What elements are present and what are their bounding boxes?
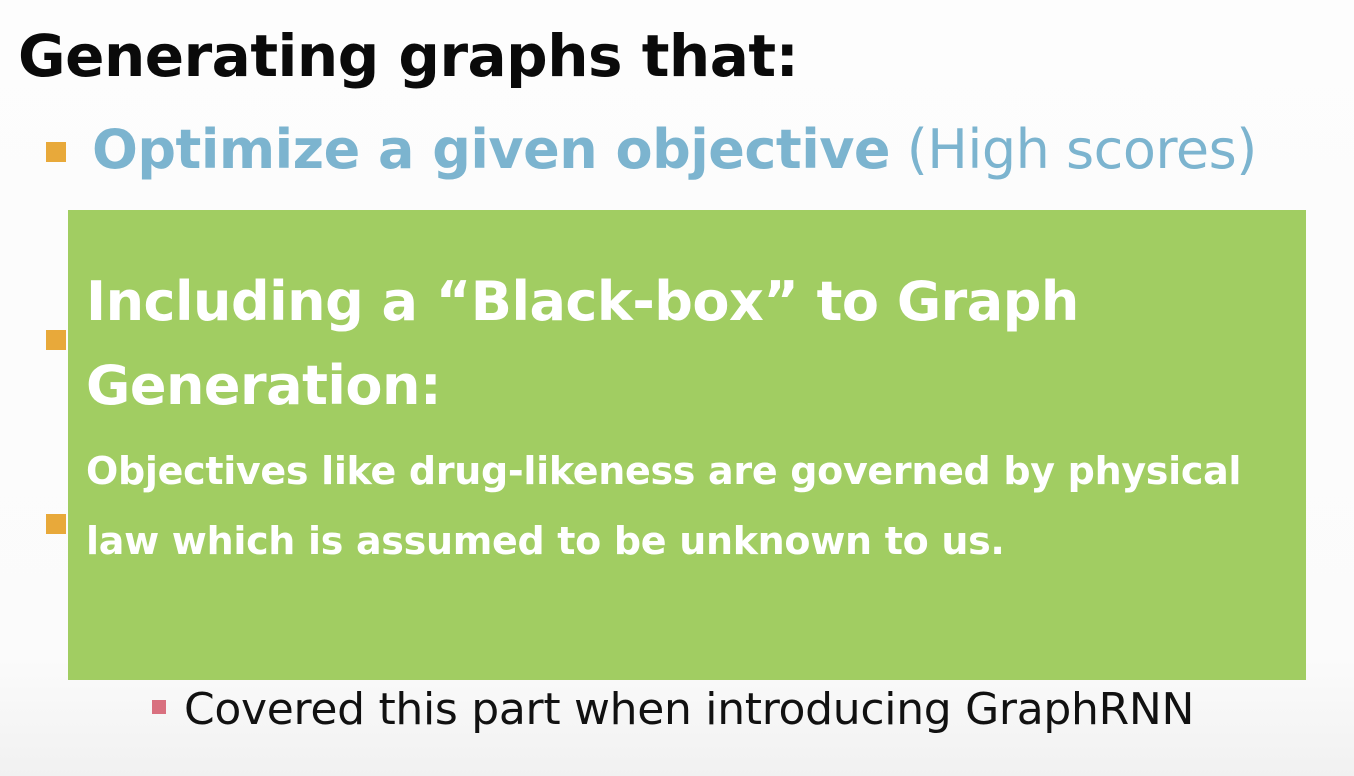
blackbox-callout: Including a “Black-box” to Graph Generat… <box>68 210 1306 680</box>
slide: Generating graphs that: Optimize a given… <box>0 0 1354 776</box>
callout-heading: Including a “Black-box” to Graph Generat… <box>86 270 1079 417</box>
callout-body: Objectives like drug-likeness are govern… <box>86 449 1242 563</box>
bullet-bold-text: Optimize a given objective <box>92 118 891 181</box>
bullet-square-icon <box>46 142 66 162</box>
bullet-square-icon <box>46 330 66 350</box>
sub-bullet-square-icon <box>152 700 166 714</box>
sub-bullet-text: Covered this part when introducing Graph… <box>184 684 1195 735</box>
bullet-square-icon <box>46 514 66 534</box>
bullet-normal-text: (High scores) <box>890 118 1258 181</box>
bullet-optimize-objective: Optimize a given objective (High scores) <box>92 118 1257 181</box>
slide-title: Generating graphs that: <box>18 22 799 90</box>
